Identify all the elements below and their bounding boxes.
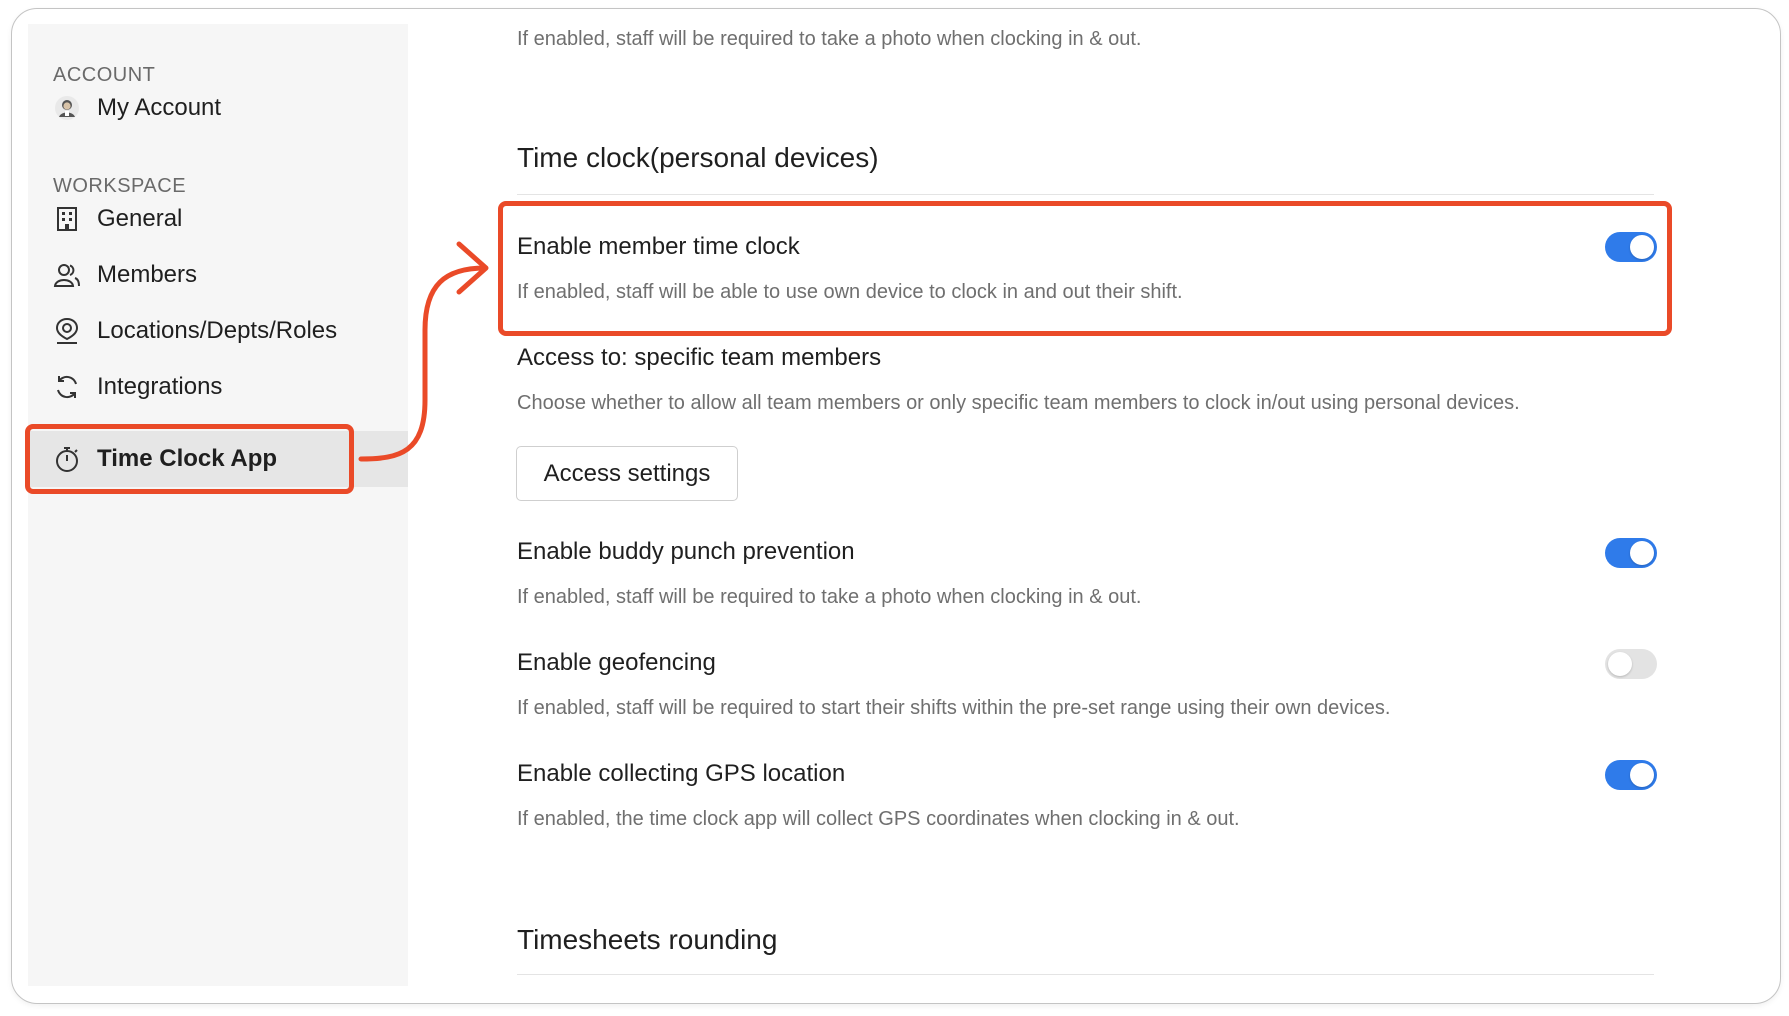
toggle-knob — [1630, 541, 1654, 565]
toggle-member-time-clock[interactable] — [1605, 232, 1657, 262]
section-divider — [517, 974, 1654, 975]
sidebar-item-locations[interactable]: Locations/Depts/Roles — [53, 309, 337, 353]
sidebar-section-workspace: WORKSPACE — [53, 175, 187, 197]
sidebar-item-my-account[interactable]: My Account — [53, 86, 221, 130]
section-title-timesheets-rounding: Timesheets rounding — [517, 924, 778, 955]
sidebar-item-label: Locations/Depts/Roles — [97, 317, 338, 344]
setting-label-gps: Enable collecting GPS location — [517, 760, 846, 787]
toggle-geofencing[interactable] — [1605, 649, 1657, 679]
toggle-knob — [1630, 235, 1654, 259]
sidebar-item-general[interactable]: General — [53, 197, 182, 241]
location-pin-icon — [53, 317, 81, 345]
setting-label-geofencing: Enable geofencing — [517, 649, 716, 676]
sync-icon — [53, 373, 81, 401]
sidebar-item-members[interactable]: Members — [53, 253, 197, 297]
sidebar-item-integrations[interactable]: Integrations — [53, 365, 222, 409]
section-divider — [517, 194, 1654, 195]
sidebar-section-account: ACCOUNT — [53, 64, 156, 86]
sidebar-item-label: My Account — [97, 94, 222, 121]
section-title-time-clock: Time clock(personal devices) — [517, 142, 879, 173]
toggle-buddy-punch[interactable] — [1605, 538, 1657, 568]
setting-desc-gps: If enabled, the time clock app will coll… — [517, 808, 1240, 830]
building-icon — [53, 205, 81, 233]
buddy-punch-desc-top: If enabled, staff will be required to ta… — [517, 28, 1142, 50]
sidebar: ACCOUNT My Account WORKSPACE General Mem… — [28, 24, 408, 986]
setting-desc-member-time-clock: If enabled, staff will be able to use ow… — [517, 281, 1183, 303]
toggle-knob — [1630, 763, 1654, 787]
access-settings-button[interactable]: Access settings — [516, 446, 738, 501]
setting-desc-geofencing: If enabled, staff will be required to st… — [517, 697, 1391, 719]
sidebar-item-label: Integrations — [97, 373, 223, 400]
sidebar-item-time-clock-app[interactable]: Time Clock App — [28, 431, 408, 487]
access-desc: Choose whether to allow all team members… — [517, 392, 1520, 414]
access-label: Access to: specific team members — [517, 344, 882, 371]
avatar-icon — [53, 94, 81, 122]
stopwatch-icon — [53, 445, 81, 473]
members-icon — [53, 261, 81, 289]
sidebar-item-label: General — [97, 205, 183, 232]
setting-label-buddy-punch: Enable buddy punch prevention — [517, 538, 855, 565]
toggle-gps[interactable] — [1605, 760, 1657, 790]
sidebar-item-label: Time Clock App — [97, 445, 278, 472]
setting-desc-buddy-punch: If enabled, staff will be required to ta… — [517, 586, 1142, 608]
toggle-knob — [1608, 652, 1632, 676]
sidebar-item-label: Members — [97, 261, 198, 288]
setting-label-member-time-clock: Enable member time clock — [517, 233, 800, 260]
